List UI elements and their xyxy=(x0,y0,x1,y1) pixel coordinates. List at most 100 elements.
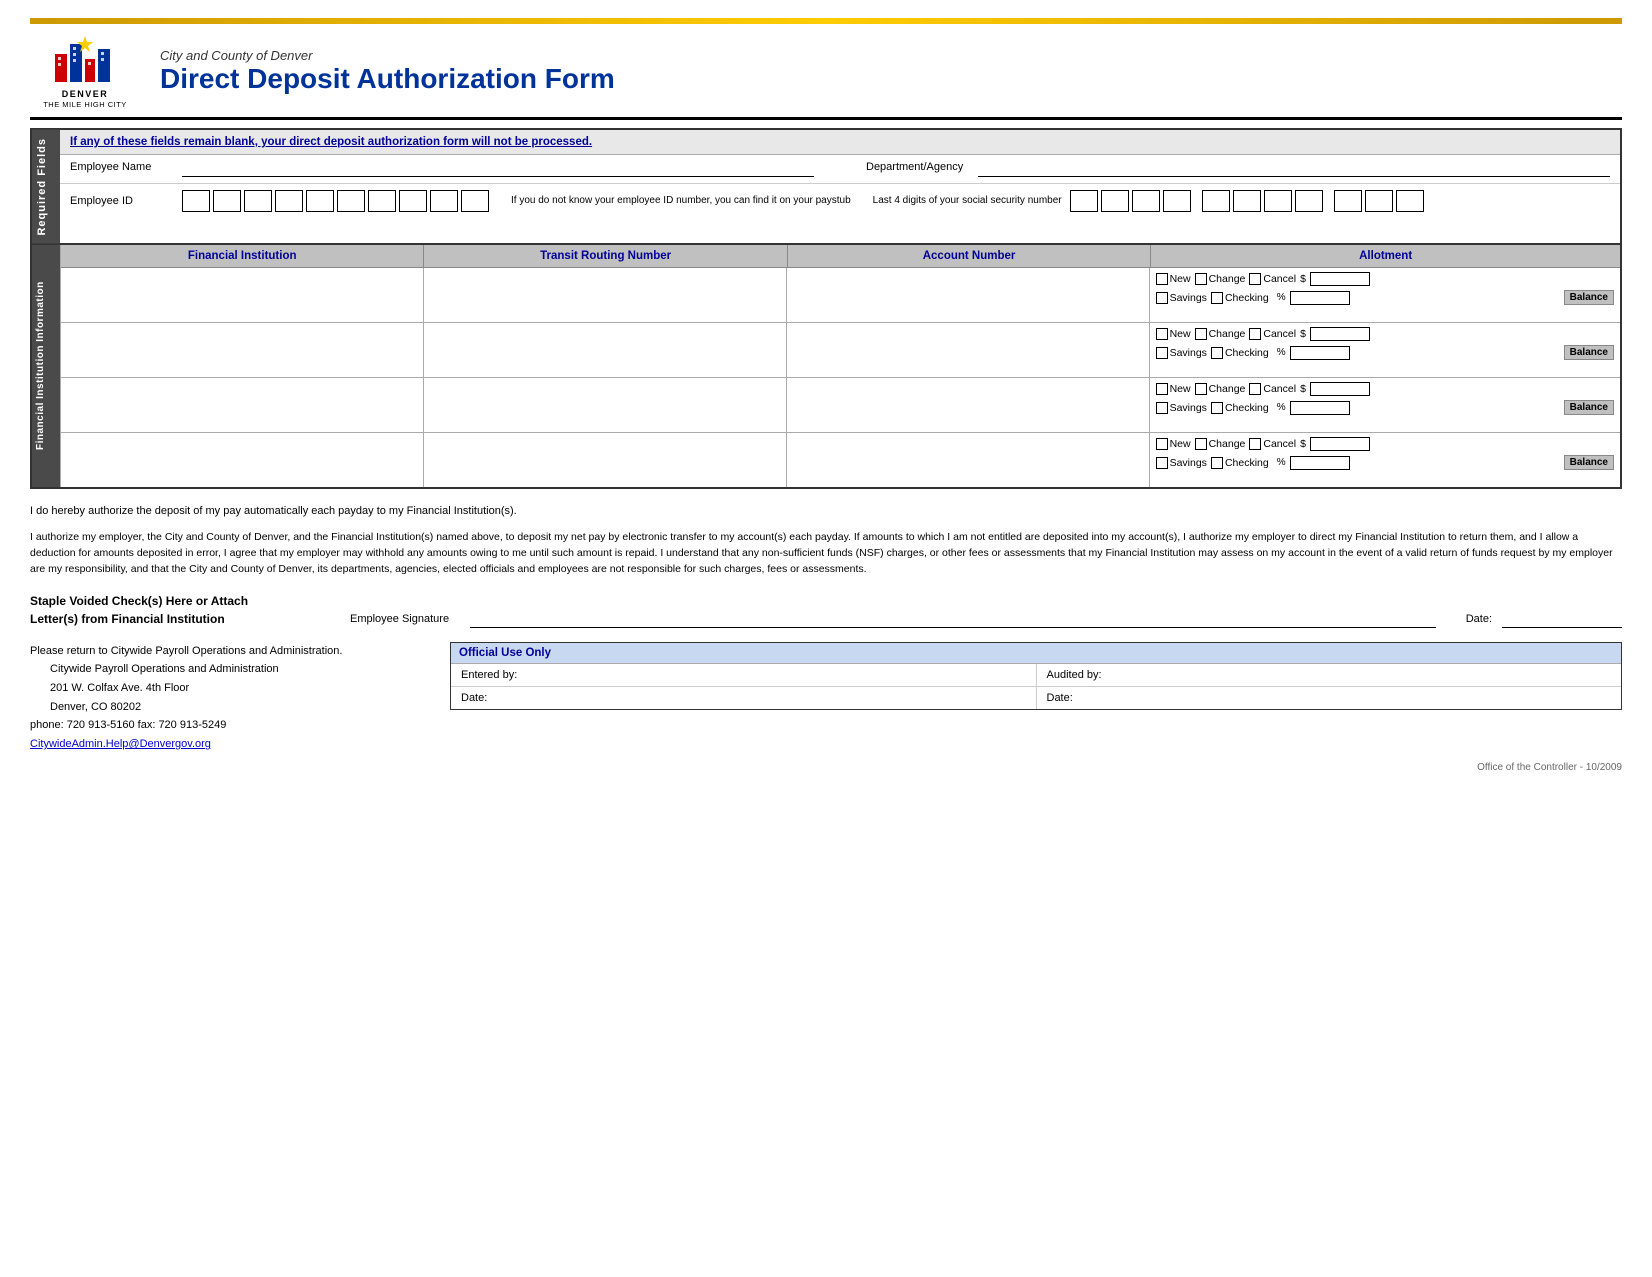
id-box-10[interactable] xyxy=(461,190,489,212)
id-box-5[interactable] xyxy=(306,190,334,212)
employee-name-input[interactable] xyxy=(182,161,814,177)
social-box-1[interactable] xyxy=(1070,190,1098,212)
fi-row2-account[interactable] xyxy=(787,323,1150,377)
row3-checking-checkbox[interactable] xyxy=(1211,402,1223,414)
social-box-3[interactable] xyxy=(1132,190,1160,212)
row2-checking-checkbox-label[interactable]: Checking xyxy=(1211,347,1269,359)
row2-checking-checkbox[interactable] xyxy=(1211,347,1223,359)
row1-change-checkbox[interactable] xyxy=(1195,273,1207,285)
department-input[interactable] xyxy=(978,161,1610,177)
row3-cancel-checkbox-label[interactable]: Cancel xyxy=(1249,383,1296,395)
row3-cancel-checkbox[interactable] xyxy=(1249,383,1261,395)
row3-change-checkbox-label[interactable]: Change xyxy=(1195,383,1246,395)
fi-row3-routing[interactable] xyxy=(424,378,787,432)
row3-new-checkbox-label[interactable]: New xyxy=(1156,383,1191,395)
row1-checking-checkbox-label[interactable]: Checking xyxy=(1211,292,1269,304)
id-box-1[interactable] xyxy=(182,190,210,212)
id-box-2[interactable] xyxy=(213,190,241,212)
row4-cancel-checkbox-label[interactable]: Cancel xyxy=(1249,438,1296,450)
row4-new-checkbox[interactable] xyxy=(1156,438,1168,450)
allotment-row3-top: New Change Cancel $ xyxy=(1150,378,1620,398)
page-footer: Office of the Controller - 10/2009 xyxy=(30,762,1622,773)
social-box-8[interactable] xyxy=(1295,190,1323,212)
row1-percent-amount[interactable] xyxy=(1290,291,1350,305)
row4-dollar-amount[interactable] xyxy=(1310,437,1370,451)
row3-percent-amount[interactable] xyxy=(1290,401,1350,415)
row2-cancel-checkbox-label[interactable]: Cancel xyxy=(1249,328,1296,340)
social-box-11[interactable] xyxy=(1396,190,1424,212)
row3-change-checkbox[interactable] xyxy=(1195,383,1207,395)
fi-row4-routing[interactable] xyxy=(424,433,787,487)
row3-savings-checkbox[interactable] xyxy=(1156,402,1168,414)
row4-checking-checkbox-label[interactable]: Checking xyxy=(1211,457,1269,469)
row4-savings-checkbox-label[interactable]: Savings xyxy=(1156,457,1207,469)
fi-row4-account[interactable] xyxy=(787,433,1150,487)
contact-section: Please return to Citywide Payroll Operat… xyxy=(30,642,1622,754)
fi-row3-account[interactable] xyxy=(787,378,1150,432)
id-box-9[interactable] xyxy=(430,190,458,212)
row4-change-checkbox[interactable] xyxy=(1195,438,1207,450)
row1-dollar-amount[interactable] xyxy=(1310,272,1370,286)
footer-text: Office of the Controller - 10/2009 xyxy=(1477,762,1622,773)
page-header: DENVER THE MILE HIGH CITY City and Count… xyxy=(30,34,1622,120)
signature-line[interactable] xyxy=(470,610,1436,628)
row1-checking-checkbox[interactable] xyxy=(1211,292,1223,304)
row1-new-checkbox[interactable] xyxy=(1156,273,1168,285)
fi-row2-institution[interactable] xyxy=(61,323,424,377)
id-box-8[interactable] xyxy=(399,190,427,212)
row1-change-checkbox-label[interactable]: Change xyxy=(1195,273,1246,285)
required-fields-label: Required Fields xyxy=(32,130,60,244)
social-box-7[interactable] xyxy=(1264,190,1292,212)
row2-change-checkbox[interactable] xyxy=(1195,328,1207,340)
employee-name-label: Employee Name xyxy=(70,161,170,173)
row1-savings-checkbox-label[interactable]: Savings xyxy=(1156,292,1207,304)
fi-row3-institution[interactable] xyxy=(61,378,424,432)
fi-row2-routing[interactable] xyxy=(424,323,787,377)
row2-percent-amount[interactable] xyxy=(1290,346,1350,360)
official-use-row1: Entered by: Audited by: xyxy=(451,664,1621,687)
date-line[interactable] xyxy=(1502,610,1622,628)
social-box-4[interactable] xyxy=(1163,190,1191,212)
row1-cancel-checkbox[interactable] xyxy=(1249,273,1261,285)
fi-row1-institution[interactable] xyxy=(61,268,424,322)
row2-new-checkbox[interactable] xyxy=(1156,328,1168,340)
row2-dollar-amount[interactable] xyxy=(1310,327,1370,341)
warning-bar: If any of these fields remain blank, you… xyxy=(60,130,1620,155)
row1-savings-checkbox[interactable] xyxy=(1156,292,1168,304)
row2-savings-checkbox[interactable] xyxy=(1156,347,1168,359)
row4-change-checkbox-label[interactable]: Change xyxy=(1195,438,1246,450)
row2-cancel-checkbox[interactable] xyxy=(1249,328,1261,340)
social-box-6[interactable] xyxy=(1233,190,1261,212)
contact-email[interactable]: CitywideAdmin.Help@Denvergov.org xyxy=(30,738,211,750)
row3-savings-checkbox-label[interactable]: Savings xyxy=(1156,402,1207,414)
row2-new-checkbox-label[interactable]: New xyxy=(1156,328,1191,340)
social-box-5[interactable] xyxy=(1202,190,1230,212)
fi-row1-account[interactable] xyxy=(787,268,1150,322)
row4-cancel-checkbox[interactable] xyxy=(1249,438,1261,450)
row1-new-checkbox-label[interactable]: New xyxy=(1156,273,1191,285)
fi-row1-routing[interactable] xyxy=(424,268,787,322)
official-use-row2: Date: Date: xyxy=(451,687,1621,709)
id-box-3[interactable] xyxy=(244,190,272,212)
row1-cancel-checkbox-label[interactable]: Cancel xyxy=(1249,273,1296,285)
id-box-6[interactable] xyxy=(337,190,365,212)
row4-checking-checkbox[interactable] xyxy=(1211,457,1223,469)
employee-id-label: Employee ID xyxy=(70,195,170,207)
id-box-4[interactable] xyxy=(275,190,303,212)
row3-dollar-amount[interactable] xyxy=(1310,382,1370,396)
id-box-7[interactable] xyxy=(368,190,396,212)
row3-new-checkbox[interactable] xyxy=(1156,383,1168,395)
social-box-10[interactable] xyxy=(1365,190,1393,212)
row4-savings-checkbox[interactable] xyxy=(1156,457,1168,469)
row4-new-checkbox-label[interactable]: New xyxy=(1156,438,1191,450)
social-section: Last 4 digits of your social security nu… xyxy=(873,190,1424,212)
fi-row4-institution[interactable] xyxy=(61,433,424,487)
row4-percent-amount[interactable] xyxy=(1290,456,1350,470)
row2-savings-checkbox-label[interactable]: Savings xyxy=(1156,347,1207,359)
social-box-2[interactable] xyxy=(1101,190,1129,212)
social-box-9[interactable] xyxy=(1334,190,1362,212)
row2-change-checkbox-label[interactable]: Change xyxy=(1195,328,1246,340)
row3-checking-checkbox-label[interactable]: Checking xyxy=(1211,402,1269,414)
warning-text: If any of these fields remain blank, you… xyxy=(70,136,592,148)
signature-label: Employee Signature xyxy=(350,613,460,625)
